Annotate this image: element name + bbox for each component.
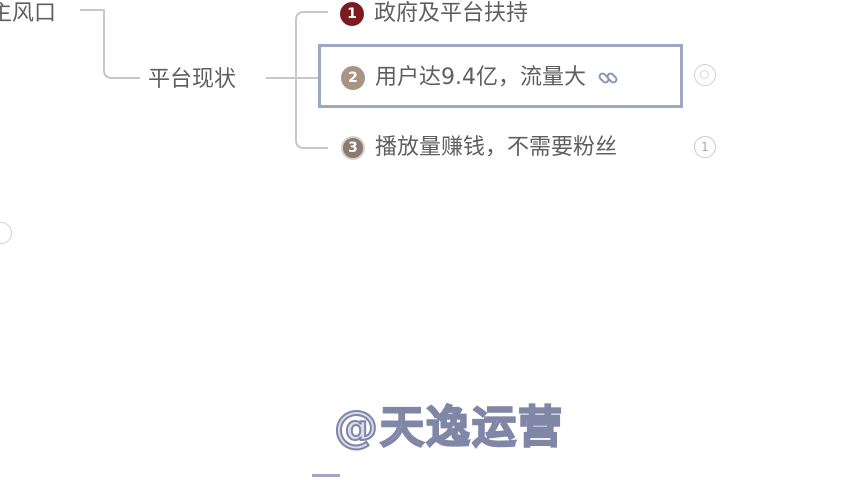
node-platform-status-label: 平台现状 (148, 67, 237, 92)
link-icon[interactable] (596, 66, 620, 90)
node-main-trend[interactable]: 主风口 (0, 0, 56, 28)
summary-count-badge[interactable]: 1 (694, 136, 716, 158)
node-child-3[interactable]: 3 播放量赚钱，不需要粉丝 (341, 134, 617, 162)
priority-badge-3: 3 (341, 136, 365, 160)
node-child-3-label: 播放量赚钱，不需要粉丝 (375, 135, 618, 160)
circle-icon[interactable] (694, 64, 716, 86)
node-child-2[interactable]: 2 用户达9.4亿，流量大 (341, 64, 620, 92)
scroll-indicator (312, 474, 340, 477)
node-child-1[interactable]: 1 政府及平台扶持 (340, 0, 528, 28)
priority-badge-1: 1 (340, 2, 364, 26)
mindmap-canvas: 主风口 平台现状 1 政府及平台扶持 2 用户达9.4亿，流量大 3 播放量赚钱… (0, 0, 852, 480)
watermark-text: @天逸运营 (333, 401, 564, 454)
node-child-2-label: 用户达9.4亿，流量大 (375, 65, 586, 90)
node-platform-status[interactable]: 平台现状 (148, 66, 236, 94)
priority-badge-2: 2 (341, 66, 365, 90)
connector-left-to-mid (80, 9, 140, 79)
node-child-1-label: 政府及平台扶持 (374, 1, 529, 26)
node-main-trend-label: 主风口 (0, 1, 57, 26)
